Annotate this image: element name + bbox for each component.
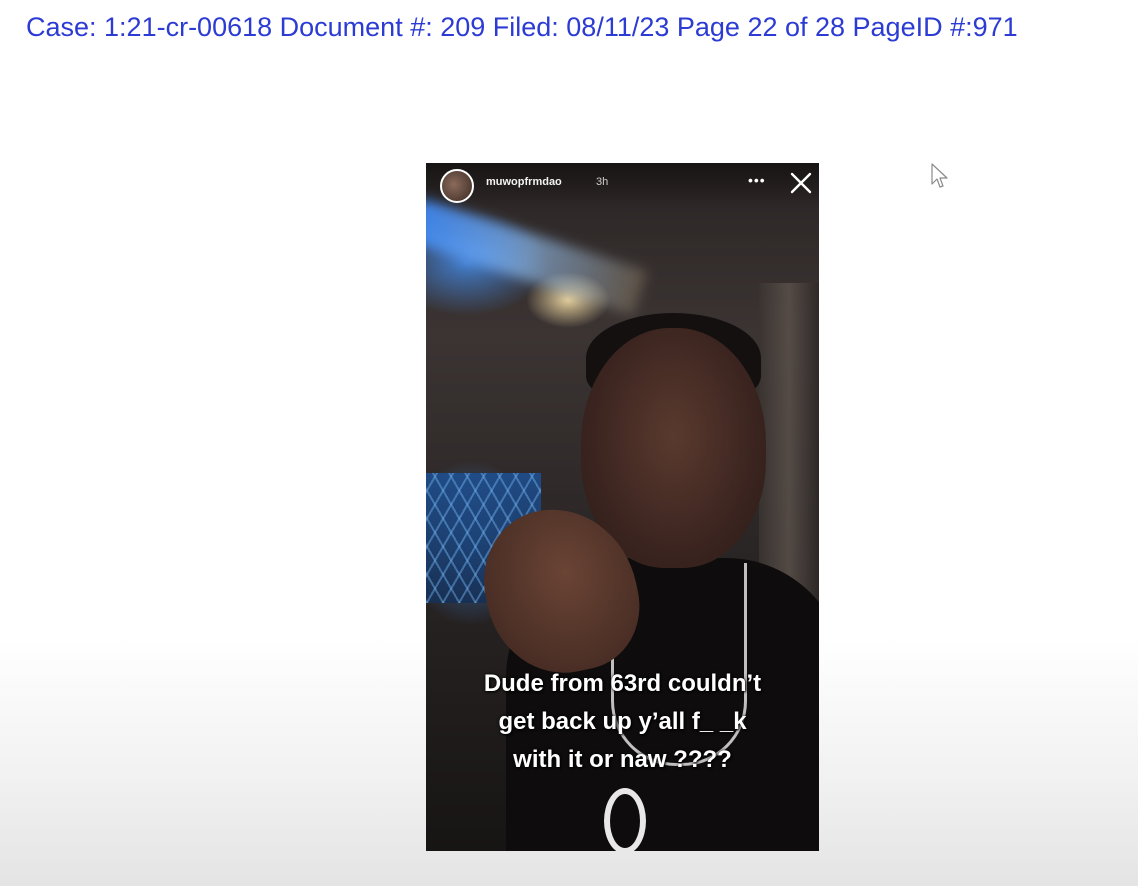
- chain-pendant: [604, 788, 646, 851]
- caption-line: get back up y’all f_ _k: [498, 708, 747, 735]
- close-icon[interactable]: [789, 171, 813, 195]
- story-timestamp: 3h: [596, 176, 609, 188]
- caption-line: Dude from 63rd couldn’t: [483, 670, 762, 697]
- case-header: Case: 1:21-cr-00618 Document #: 209 File…: [26, 12, 1018, 42]
- person-face: [581, 328, 766, 568]
- more-options-icon[interactable]: •••: [748, 172, 766, 188]
- instagram-story-screenshot: muwopfrmdao 3h ••• Dude from 63rd couldn…: [426, 163, 819, 851]
- caption-line: with it or naw ????: [513, 746, 732, 773]
- story-header-bar: muwopfrmdao 3h •••: [426, 163, 819, 209]
- story-username[interactable]: muwopfrmdao: [486, 176, 562, 188]
- story-caption: Dude from 63rd couldn’t get back up y’al…: [426, 665, 819, 779]
- mouse-cursor-icon: [931, 163, 948, 188]
- profile-avatar[interactable]: [440, 169, 474, 203]
